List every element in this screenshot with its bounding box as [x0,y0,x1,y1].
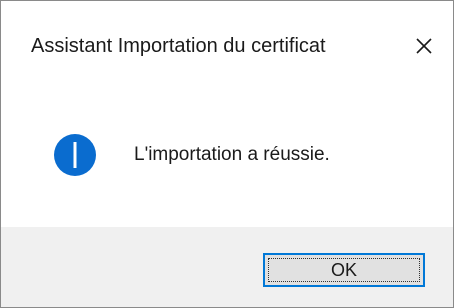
dialog-footer: OK [1,227,453,307]
ok-button-label: OK [330,259,357,280]
certificate-import-dialog: Assistant Importation du certificat L'im… [0,0,454,308]
close-icon [416,38,432,54]
success-message: L'importation a réussie. [134,144,330,165]
dialog-content: L'importation a réussie. [1,87,453,227]
close-button[interactable] [403,25,445,67]
dialog-title: Assistant Importation du certificat [31,35,326,57]
info-icon [54,134,96,176]
ok-button[interactable]: OK [263,253,425,287]
title-bar: Assistant Importation du certificat [1,1,453,87]
